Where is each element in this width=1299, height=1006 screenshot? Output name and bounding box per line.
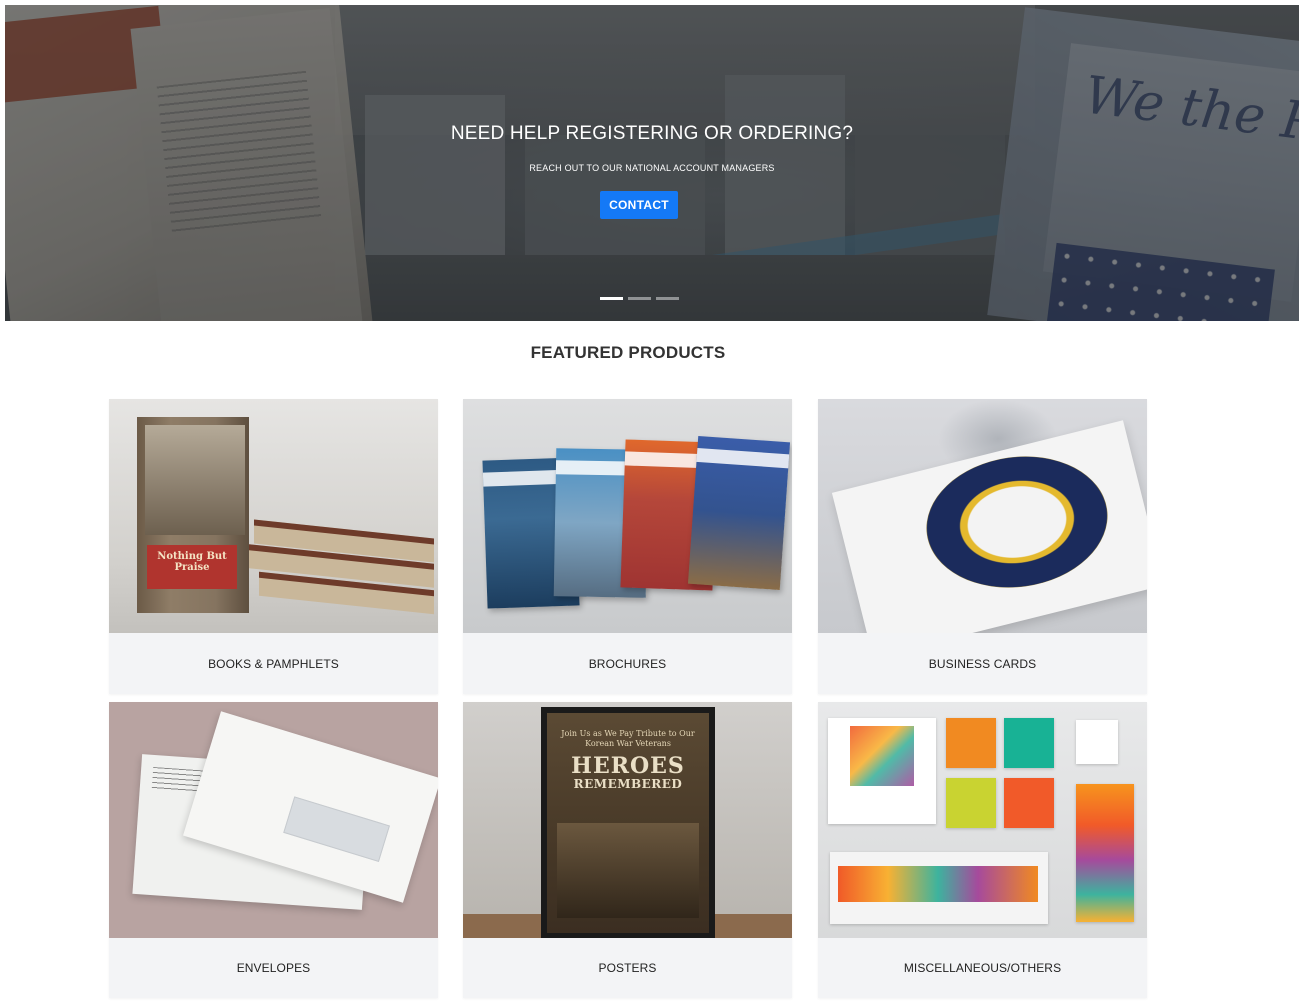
hero-title: NEED HELP REGISTERING OR ORDERING? <box>450 123 854 144</box>
carousel-indicator-3[interactable] <box>656 297 679 300</box>
book-cover: Nothing But Praise <box>137 417 249 613</box>
product-label: BUSINESS CARDS <box>928 657 1037 671</box>
product-image-books: Nothing But Praise <box>109 399 438 633</box>
product-card-posters[interactable]: Join Us as We Pay Tribute to Our Korean … <box>463 702 792 998</box>
product-card-envelopes[interactable]: ENVELOPES <box>109 702 438 998</box>
misc-card <box>1004 778 1054 828</box>
misc-tote-bag <box>1076 720 1118 764</box>
product-image-envelopes <box>109 702 438 938</box>
product-label: BOOKS & PAMPHLETS <box>208 657 339 671</box>
poster-headline: HEROES <box>571 753 685 779</box>
misc-rollup-banner <box>1076 784 1134 922</box>
product-image-miscellaneous <box>818 702 1147 938</box>
carousel-indicators <box>600 297 680 301</box>
hero-subtitle: REACH OUT TO OUR NATIONAL ACCOUNT MANAGE… <box>529 163 775 173</box>
misc-card <box>946 778 996 828</box>
poster-tagline: Join Us as We Pay Tribute to Our Korean … <box>561 729 695 748</box>
featured-products-title: FEATURED PRODUCTS <box>530 343 726 362</box>
product-label: MISCELLANEOUS/OTHERS <box>903 961 1062 975</box>
misc-flyer <box>828 718 936 824</box>
misc-card <box>1004 718 1054 768</box>
carousel-indicator-2[interactable] <box>628 297 651 300</box>
product-image-business-cards <box>818 399 1147 633</box>
product-card-brochures[interactable]: BROCHURES <box>463 399 792 694</box>
contact-button[interactable]: CONTACT <box>600 191 678 219</box>
product-label: ENVELOPES <box>236 961 311 975</box>
book-cover-photo <box>145 425 245 535</box>
poster-photo <box>557 823 699 918</box>
carousel-indicator-1[interactable] <box>600 297 623 300</box>
book-title-label: Nothing But Praise <box>147 545 237 589</box>
misc-banner <box>830 852 1048 924</box>
product-card-miscellaneous[interactable]: MISCELLANEOUS/OTHERS <box>818 702 1147 998</box>
poster: Join Us as We Pay Tribute to Our Korean … <box>547 713 709 933</box>
product-card-business-cards[interactable]: BUSINESS CARDS <box>818 399 1147 694</box>
hero-carousel: We the Peo NEED HELP REGISTERING OR ORDE… <box>5 5 1299 321</box>
product-card-books-pamphlets[interactable]: Nothing But Praise BOOKS & PAMPHLETS <box>109 399 438 694</box>
brochure <box>687 435 791 591</box>
product-image-posters: Join Us as We Pay Tribute to Our Korean … <box>463 702 792 938</box>
product-label: POSTERS <box>598 961 657 975</box>
envelope-window <box>283 796 390 862</box>
product-label: BROCHURES <box>588 657 667 671</box>
poster-subheadline: REMEMBERED <box>573 777 683 791</box>
misc-card <box>946 718 996 768</box>
product-image-brochures <box>463 399 792 633</box>
